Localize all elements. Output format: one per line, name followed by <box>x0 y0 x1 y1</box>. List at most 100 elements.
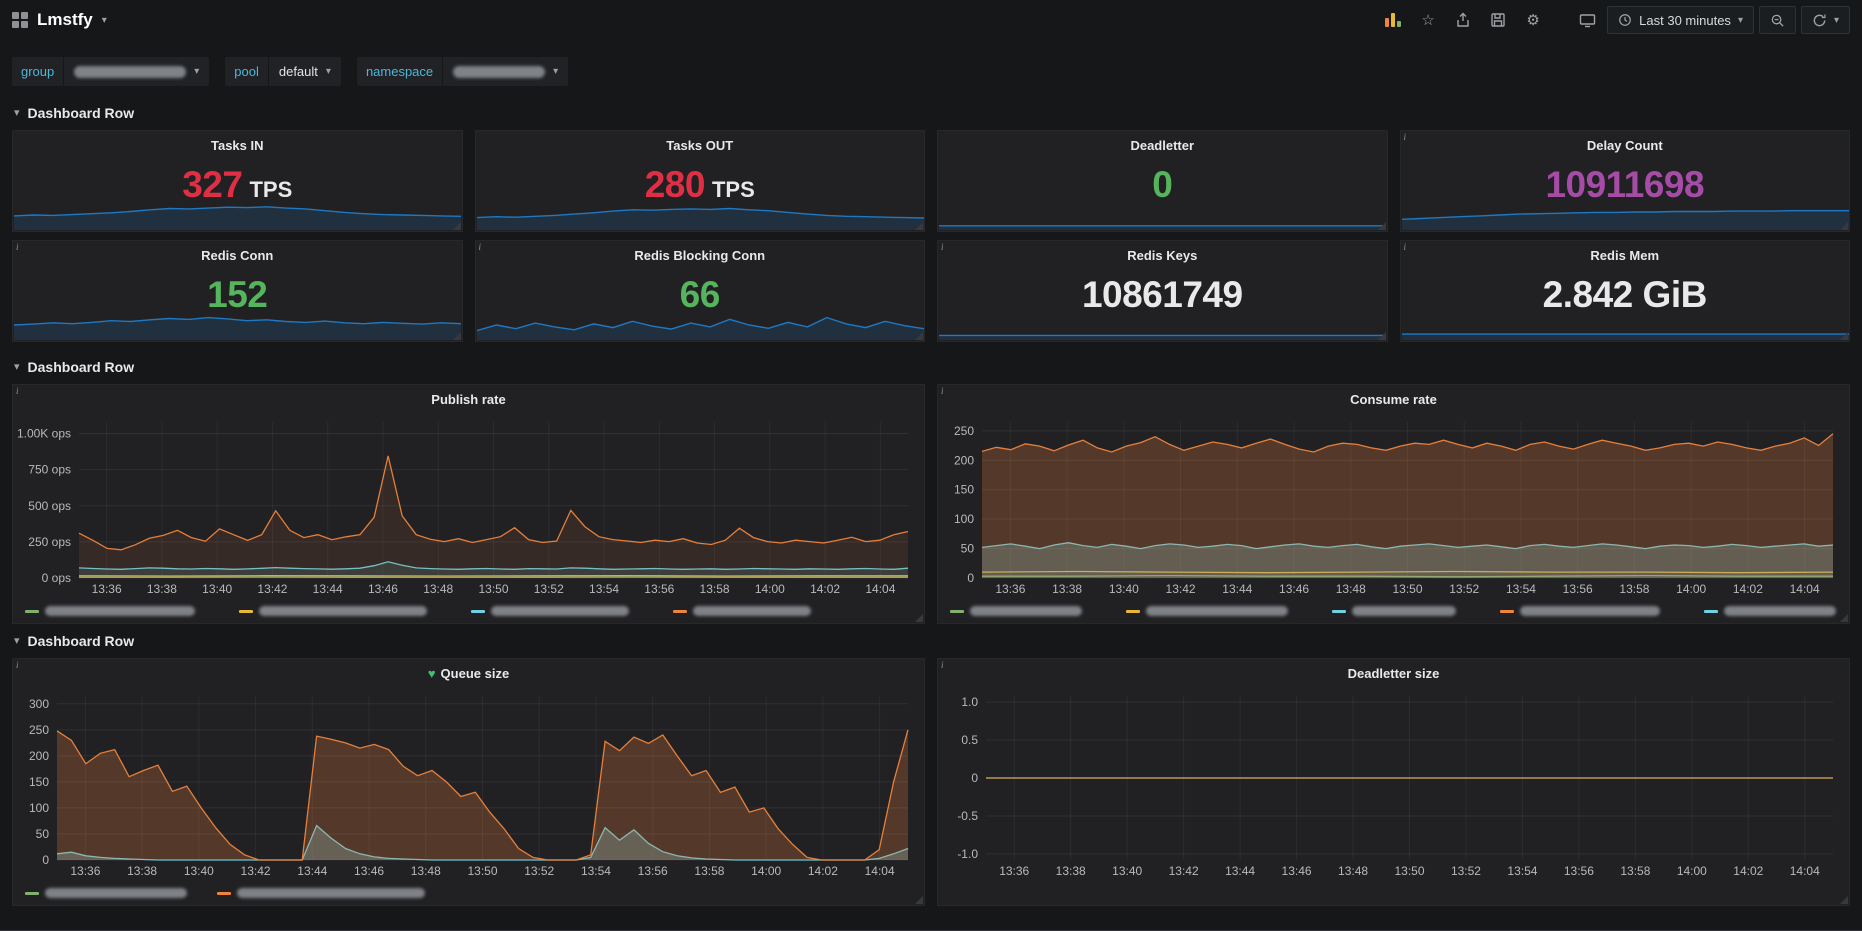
legend-item[interactable] <box>217 888 425 898</box>
legend-marker-icon <box>673 609 687 613</box>
legend-item[interactable] <box>673 606 811 616</box>
panel-title[interactable]: Redis Conn <box>13 241 462 263</box>
variable-namespace-dropdown[interactable]: namespace ▾ <box>356 57 569 86</box>
redacted-legend-label <box>45 606 195 616</box>
panel-title[interactable]: ♥ Queue size <box>13 659 924 681</box>
sparkline <box>1401 199 1849 230</box>
dashboard-row-header-2[interactable]: ▾ Dashboard Row <box>12 350 1850 384</box>
panel-resize-handle[interactable] <box>1377 332 1386 340</box>
deadletter-size-chart[interactable]: -1.0 -0.5 0 0.5 1.0 13:36 13:38 13:40 13:42 13:44… <box>942 686 1845 882</box>
redacted-legend-label <box>491 606 629 616</box>
svg-text:1.0: 1.0 <box>961 695 978 709</box>
tv-mode-button[interactable] <box>1572 6 1602 34</box>
panel-info-icon[interactable]: i <box>16 386 19 396</box>
share-dashboard-button[interactable] <box>1448 6 1478 34</box>
variable-label: group <box>12 57 64 86</box>
queue-size-chart[interactable]: 0 50 100 150 200 250 300 13:36 13:38 13:40 13:42 13… <box>17 686 920 882</box>
add-panel-button[interactable] <box>1378 6 1408 34</box>
svg-text:13:40: 13:40 <box>202 582 232 596</box>
svg-text:14:00: 14:00 <box>1676 582 1706 596</box>
dashboard-row-header-1[interactable]: ▾ Dashboard Row <box>12 96 1850 130</box>
panel-title[interactable]: Redis Keys <box>938 241 1387 263</box>
svg-text:100: 100 <box>954 512 974 526</box>
consume-rate-chart[interactable]: 0 50 100 150 200 250 13:36 13:38 13:40 13:42 13:44… <box>942 412 1845 600</box>
svg-text:100: 100 <box>29 801 49 815</box>
dashboard-title-menu[interactable]: Lmstfy ▾ <box>12 10 107 30</box>
panel-title[interactable]: Publish rate <box>13 385 924 407</box>
panel-title[interactable]: Delay Count <box>1401 131 1850 153</box>
star-dashboard-button[interactable]: ☆ <box>1413 6 1443 34</box>
grafana-menu-icon[interactable] <box>12 12 28 28</box>
panel-resize-handle[interactable] <box>1840 896 1848 904</box>
chevron-down-icon: ▾ <box>1737 14 1743 26</box>
svg-text:0: 0 <box>967 571 974 585</box>
panel-info-icon[interactable]: i <box>941 242 944 252</box>
panel-title[interactable]: Consume rate <box>938 385 1849 407</box>
panel-info-icon[interactable]: i <box>1404 242 1407 252</box>
legend-item[interactable] <box>25 606 195 616</box>
panel-resize-handle[interactable] <box>452 332 461 340</box>
legend-marker-icon <box>1126 609 1140 613</box>
panel-resize-handle[interactable] <box>915 332 923 340</box>
redacted-legend-label <box>1146 606 1288 616</box>
star-icon: ☆ <box>1421 12 1435 29</box>
panel-resize-handle[interactable] <box>1840 222 1848 230</box>
variable-value: default <box>278 64 318 79</box>
stat-panel-tasks-in: i Tasks IN 327TPS <box>12 130 463 232</box>
graph-panel-consume-rate: i Consume rate 0 50 100 150 200 250 13:36 13:38… <box>937 384 1850 624</box>
panel-info-icon[interactable]: i <box>16 242 19 252</box>
panel-info-icon[interactable]: i <box>941 386 944 396</box>
panel-title[interactable]: Redis Blocking Conn <box>476 241 925 263</box>
panel-info-icon[interactable]: i <box>16 660 19 670</box>
legend-item[interactable] <box>471 606 629 616</box>
svg-text:0 ops: 0 ops <box>42 571 71 585</box>
svg-text:500 ops: 500 ops <box>28 499 71 513</box>
dashboard-title[interactable]: Lmstfy <box>37 10 93 30</box>
refresh-icon <box>1813 14 1826 26</box>
chevron-down-icon: ▾ <box>553 66 559 77</box>
legend-item[interactable] <box>950 606 1082 616</box>
refresh-button[interactable]: ▾ <box>1800 6 1850 34</box>
panel-resize-handle[interactable] <box>915 614 923 622</box>
zoom-out-time-button[interactable] <box>1758 6 1796 34</box>
svg-text:250 ops: 250 ops <box>28 535 71 549</box>
panel-title[interactable]: Deadletter size <box>938 659 1849 681</box>
panel-info-icon[interactable]: i <box>479 242 482 252</box>
graph-row-1: i Publish rate 0 ops 250 ops 500 ops 750 op… <box>12 384 1850 624</box>
save-dashboard-button[interactable] <box>1483 6 1513 34</box>
variable-group-dropdown[interactable]: group ▾ <box>12 57 210 86</box>
dashboard-row-header-3[interactable]: ▾ Dashboard Row <box>12 624 1850 658</box>
panel-title[interactable]: Redis Mem <box>1401 241 1850 263</box>
svg-text:13:38: 13:38 <box>147 582 177 596</box>
panel-resize-handle[interactable] <box>915 222 923 230</box>
svg-text:13:42: 13:42 <box>257 582 287 596</box>
panel-title[interactable]: Tasks OUT <box>476 131 925 153</box>
legend-item[interactable] <box>1500 606 1660 616</box>
legend-item[interactable] <box>1704 606 1836 616</box>
panel-resize-handle[interactable] <box>1377 222 1386 230</box>
panel-resize-handle[interactable] <box>915 896 923 904</box>
legend-item[interactable] <box>239 606 427 616</box>
publish-rate-chart[interactable]: 0 ops 250 ops 500 ops 750 ops 1.00K ops 13:36… <box>17 412 920 600</box>
svg-text:13:38: 13:38 <box>1052 582 1082 596</box>
dashboard-settings-button[interactable]: ⚙ <box>1518 6 1548 34</box>
svg-text:13:56: 13:56 <box>1563 582 1593 596</box>
panel-title[interactable]: Tasks IN <box>13 131 462 153</box>
variable-pool-dropdown[interactable]: pool default ▾ <box>225 57 341 86</box>
svg-text:13:44: 13:44 <box>313 582 343 596</box>
redacted-legend-label <box>1520 606 1660 616</box>
legend-item[interactable] <box>25 888 187 898</box>
panel-resize-handle[interactable] <box>1840 332 1848 340</box>
legend-item[interactable] <box>1332 606 1456 616</box>
panel-resize-handle[interactable] <box>1840 614 1848 622</box>
svg-text:13:36: 13:36 <box>995 582 1025 596</box>
panel-title[interactable]: Deadletter <box>938 131 1387 153</box>
time-range-picker[interactable]: Last 30 minutes ▾ <box>1607 6 1754 34</box>
panel-resize-handle[interactable] <box>452 222 461 230</box>
panel-info-icon[interactable]: i <box>941 660 944 670</box>
panel-info-icon[interactable]: i <box>1404 132 1407 142</box>
svg-text:13:54: 13:54 <box>581 864 611 878</box>
svg-text:13:50: 13:50 <box>1392 582 1422 596</box>
legend-item[interactable] <box>1126 606 1288 616</box>
svg-text:250: 250 <box>954 424 974 438</box>
